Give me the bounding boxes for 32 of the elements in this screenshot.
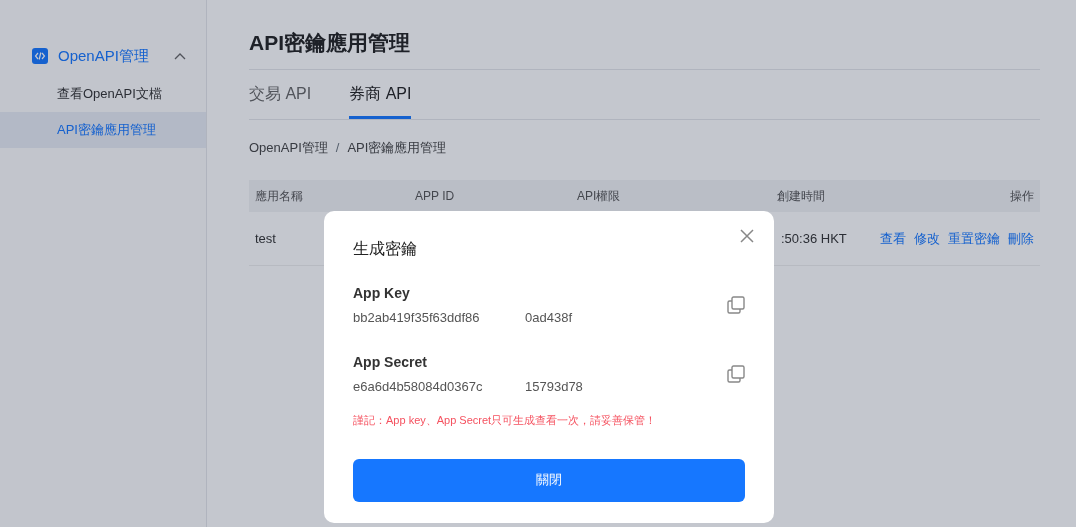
field-label: App Secret xyxy=(353,352,428,372)
tab[interactable]: 交易 API xyxy=(249,70,312,120)
key-value: 15793d78 xyxy=(525,377,583,396)
warning-text: 謹記：App key、App Secret只可生成查看一次，請妥善保管！ xyxy=(353,413,658,428)
action-link[interactable]: 重置密鑰 xyxy=(948,230,1000,246)
column-header: 創建時間 xyxy=(771,179,857,212)
column-header: APP ID xyxy=(409,179,571,212)
action-link[interactable]: 刪除 xyxy=(1008,230,1034,246)
breadcrumb-current: API密鑰應用管理 xyxy=(347,139,447,158)
sidebar-group-header[interactable]: OpenAPI管理 xyxy=(0,36,206,76)
key-value: e6a6d4b58084d0367c xyxy=(353,377,484,396)
column-header: API權限 xyxy=(571,179,771,212)
column-header: 操作 xyxy=(857,179,1040,212)
breadcrumb-link[interactable]: OpenAPI管理 xyxy=(249,138,328,158)
copy-icon[interactable] xyxy=(727,364,745,383)
column-header: 應用名稱 xyxy=(249,179,409,212)
sidebar-group-label: OpenAPI管理 xyxy=(58,45,150,66)
breadcrumb-separator: / xyxy=(335,139,340,158)
action-link[interactable]: 修改 xyxy=(914,230,940,246)
close-icon[interactable] xyxy=(740,229,754,243)
key-value: 0ad438f xyxy=(525,309,572,327)
page-title: API密鑰應用管理 xyxy=(249,30,1040,71)
close-button[interactable]: 關閉 xyxy=(353,458,745,502)
action-link[interactable]: 查看 xyxy=(880,230,906,246)
sidebar-item[interactable]: 查看OpenAPI文檔 xyxy=(0,76,206,112)
sidebar-item[interactable]: API密鑰應用管理 xyxy=(0,112,206,148)
chevron-icon xyxy=(174,52,186,60)
key-value: bb2ab419f35f63ddf86 xyxy=(353,309,481,327)
copy-icon[interactable] xyxy=(727,296,745,315)
code-icon xyxy=(32,48,48,64)
tab[interactable]: 券商 API xyxy=(349,70,412,120)
field-label: App Key xyxy=(353,284,411,303)
